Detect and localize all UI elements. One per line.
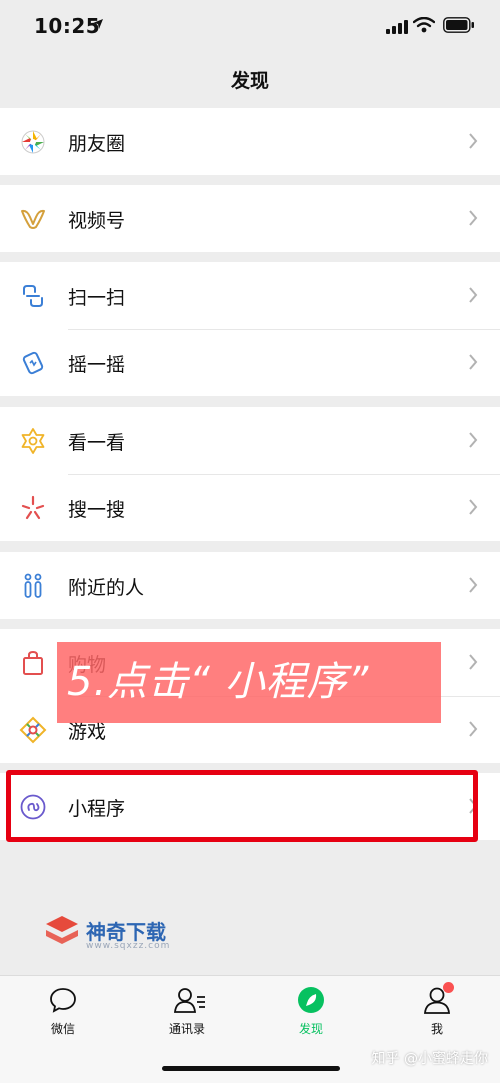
menu-item-label: 搜一搜 xyxy=(68,499,126,521)
menu-item-label: 摇一摇 xyxy=(68,354,126,376)
menu-item-label: 看一看 xyxy=(68,432,126,454)
channels-icon xyxy=(21,209,45,229)
chevron-right-icon xyxy=(469,654,478,670)
instruction-banner: 5.点击“ 小程序” xyxy=(57,642,441,723)
menu-group-moments: 朋友圈 xyxy=(0,108,500,175)
watermark-url: www.sqxzz.com xyxy=(86,941,171,951)
tab-chats[interactable]: 微信 xyxy=(13,976,113,1046)
chevron-right-icon xyxy=(469,577,478,593)
watermark-logo-icon xyxy=(46,916,78,944)
status-bar: 10:25 xyxy=(0,0,500,54)
discover-compass-icon xyxy=(298,987,324,1013)
notification-badge xyxy=(443,982,454,993)
menu-item-channels[interactable]: 视频号 xyxy=(0,185,500,252)
tab-label: 微信 xyxy=(50,1022,75,1036)
footer-watermark: 知乎 @小蜜蜂走你 xyxy=(371,1051,488,1067)
tab-label: 我 xyxy=(430,1022,443,1036)
tab-me[interactable]: 我 xyxy=(387,976,487,1046)
menu-item-search[interactable]: 搜一搜 xyxy=(0,474,500,541)
menu-item-scan[interactable]: 扫一扫 xyxy=(0,262,500,329)
menu-item-shake[interactable]: 摇一摇 xyxy=(0,329,500,396)
page-title: 发现 xyxy=(230,70,269,92)
highlight-box xyxy=(6,770,478,842)
menu-group-stories-search: 看一看 搜一搜 xyxy=(0,407,500,541)
menu-item-people-nearby[interactable]: 附近的人 xyxy=(0,552,500,619)
menu-item-label: 朋友圈 xyxy=(68,133,126,155)
menu-item-moments[interactable]: 朋友圈 xyxy=(0,108,500,175)
tab-label: 发现 xyxy=(298,1022,323,1036)
menu-group-nearby: 附近的人 xyxy=(0,552,500,619)
chevron-right-icon xyxy=(469,432,478,448)
location-arrow-icon xyxy=(93,19,103,29)
battery-icon xyxy=(443,17,474,33)
cellular-signal-icon xyxy=(386,20,408,34)
wifi-icon xyxy=(413,17,435,33)
contacts-icon xyxy=(174,988,205,1013)
search-icon xyxy=(21,495,45,520)
shopping-bag-icon xyxy=(23,650,43,675)
home-indicator[interactable] xyxy=(162,1066,340,1071)
menu-group-channels: 视频号 xyxy=(0,185,500,252)
status-time: 10:25 xyxy=(34,14,101,38)
chat-icon xyxy=(50,988,76,1013)
tab-contacts[interactable]: 通讯录 xyxy=(137,976,237,1046)
chevron-right-icon xyxy=(469,499,478,515)
menu-item-label: 视频号 xyxy=(68,210,126,232)
shake-icon xyxy=(22,351,44,375)
chevron-right-icon xyxy=(469,133,478,149)
moments-icon xyxy=(21,130,45,154)
chevron-right-icon xyxy=(469,721,478,737)
people-nearby-icon xyxy=(24,573,42,598)
scan-icon xyxy=(23,285,43,307)
menu-item-top-stories[interactable]: 看一看 xyxy=(0,407,500,474)
chevron-right-icon xyxy=(469,287,478,303)
menu-item-label: 附近的人 xyxy=(68,577,145,599)
tab-label: 通讯录 xyxy=(168,1022,205,1036)
chevron-right-icon xyxy=(469,210,478,226)
menu-group-scan-shake: 扫一扫 摇一摇 xyxy=(0,262,500,396)
top-stories-icon xyxy=(21,428,45,454)
menu-item-label: 扫一扫 xyxy=(68,287,126,309)
chevron-right-icon xyxy=(469,354,478,370)
games-icon xyxy=(19,716,47,744)
tab-discover[interactable]: 发现 xyxy=(261,976,361,1046)
